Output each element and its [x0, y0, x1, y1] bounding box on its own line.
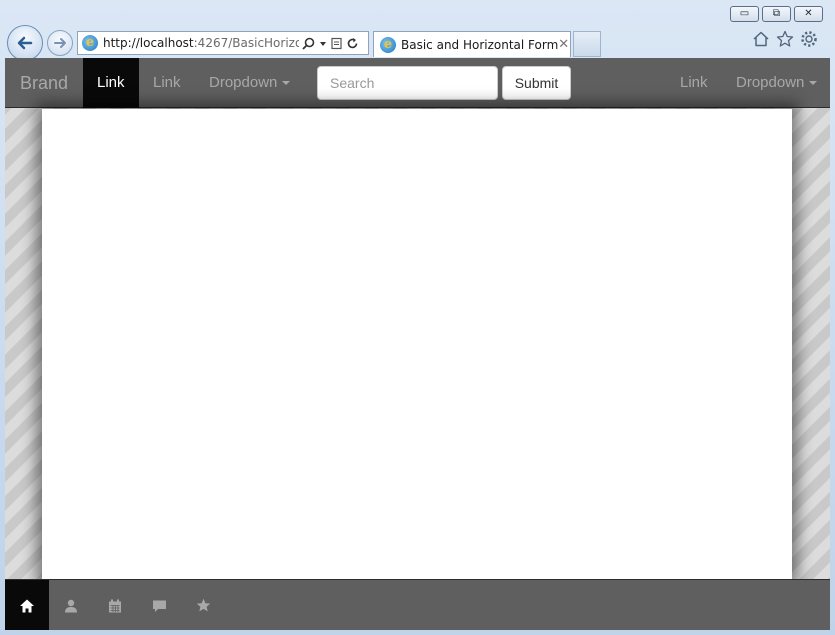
page-viewport: Brand Link Link Dropdown Submit Link Dro… — [5, 58, 830, 630]
address-tools — [302, 37, 359, 50]
dropdown-icon[interactable] — [319, 37, 327, 50]
tab-title: Basic and Horizontal Form — [401, 37, 559, 52]
bottom-user-button[interactable] — [49, 580, 93, 630]
tab-basic-horizontal-form[interactable]: e Basic and Horizontal Form ✕ — [373, 31, 571, 57]
forward-button[interactable] — [47, 30, 73, 56]
nav-dropdown[interactable]: Dropdown — [209, 58, 291, 108]
nav-link[interactable]: Link — [153, 58, 181, 108]
star-icon — [196, 598, 210, 612]
url-text[interactable]: http://localhost:4267/BasicHorizontal — [103, 36, 299, 50]
bottom-star-button[interactable] — [181, 580, 225, 630]
nav-link-right[interactable]: Link — [680, 58, 708, 108]
top-navbar: Brand Link Link Dropdown Submit Link Dro… — [5, 58, 830, 108]
navbar-brand[interactable]: Brand — [20, 73, 68, 94]
back-button[interactable] — [7, 25, 43, 61]
search-icon[interactable] — [302, 37, 315, 50]
address-bar[interactable]: e http://localhost:4267/BasicHorizontal — [77, 31, 369, 55]
browser-toolbar — [752, 30, 818, 48]
minimize-button[interactable]: ▭ — [730, 6, 759, 22]
caret-down-icon — [809, 81, 818, 86]
window-controls: ▭ ⧉ ✕ — [730, 6, 823, 22]
ie-logo-icon: e — [82, 35, 98, 51]
search-input[interactable] — [317, 66, 498, 100]
tab-ie-icon: e — [380, 36, 396, 53]
bottom-navbar — [5, 579, 830, 630]
refresh-icon[interactable] — [346, 37, 359, 50]
compat-icon[interactable] — [331, 37, 342, 50]
comment-icon — [152, 600, 166, 612]
back-icon — [17, 36, 33, 50]
bottom-comment-button[interactable] — [137, 580, 181, 630]
close-window-button[interactable]: ✕ — [794, 6, 823, 22]
bottom-calendar-button[interactable] — [93, 580, 137, 630]
home-icon — [20, 599, 34, 612]
nav-dropdown-right[interactable]: Dropdown — [736, 58, 818, 108]
home-icon[interactable] — [752, 30, 770, 48]
caret-down-icon — [282, 81, 291, 86]
calendar-icon — [109, 599, 121, 612]
nav-link-active[interactable]: Link — [83, 58, 139, 108]
favorites-icon[interactable] — [776, 30, 794, 48]
new-tab-button[interactable] — [573, 31, 601, 57]
user-icon — [65, 599, 77, 612]
tab-close-icon[interactable]: ✕ — [558, 37, 569, 52]
nav-dropdown-label: Dropdown — [209, 74, 278, 91]
submit-button[interactable]: Submit — [502, 66, 571, 100]
nav-dropdown-right-label: Dropdown — [736, 74, 805, 91]
maximize-button[interactable]: ⧉ — [762, 6, 791, 22]
forward-icon — [54, 38, 66, 48]
content-page — [42, 109, 792, 579]
settings-icon[interactable] — [800, 30, 818, 48]
bottom-home-button[interactable] — [5, 580, 49, 630]
